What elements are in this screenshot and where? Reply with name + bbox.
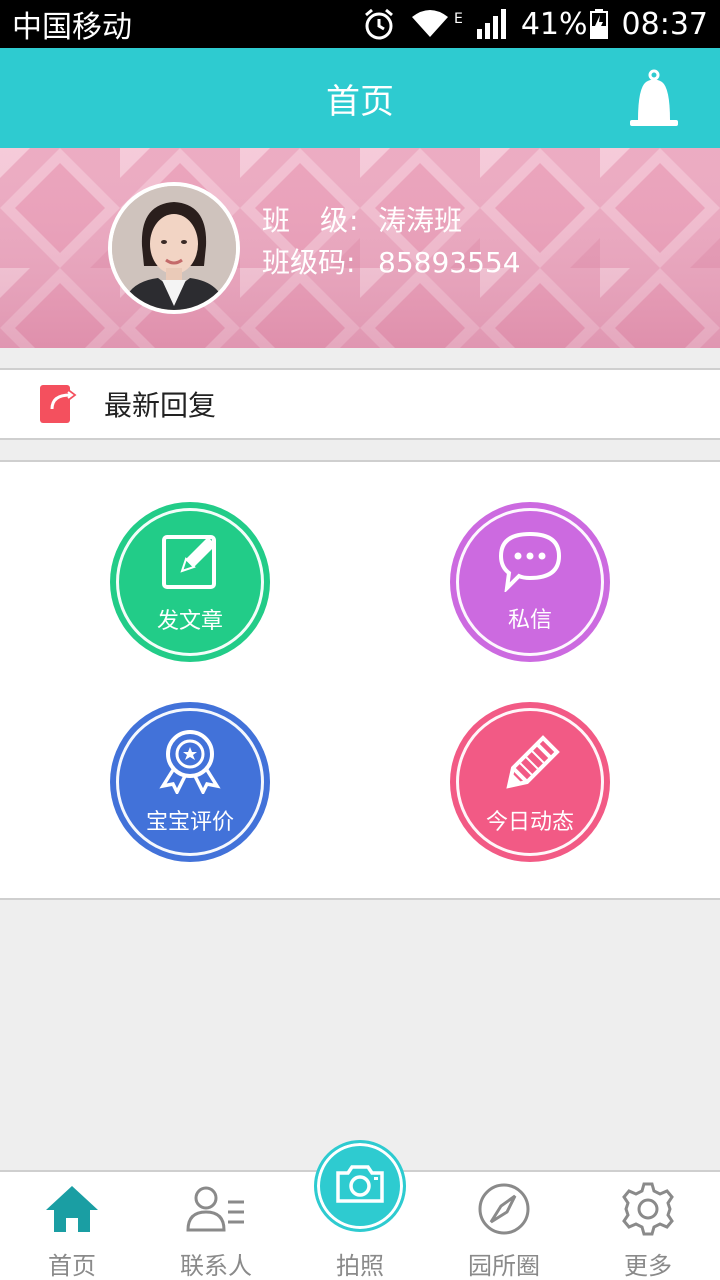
alarm-icon (362, 7, 396, 41)
reply-icon (40, 383, 82, 425)
action-grid: 发文章 私信 宝宝评价 今日动态 (0, 460, 720, 900)
nav-more[interactable]: 更多 (576, 1172, 720, 1280)
class-code: 85893554 (378, 246, 521, 279)
class-name: 涛涛班 (378, 204, 463, 237)
class-code-label: 班级码: (262, 246, 356, 279)
home-icon (44, 1180, 100, 1238)
class-info: 班 级: 涛涛班 班级码: 85893554 (262, 200, 521, 284)
nav-contacts-label: 联系人 (180, 1252, 252, 1280)
camera-icon (334, 1163, 386, 1209)
nav-more-label: 更多 (624, 1252, 672, 1280)
bell-icon[interactable] (624, 68, 684, 132)
wifi-icon (410, 9, 450, 39)
profile-banner: 班 级: 涛涛班 班级码: 85893554 (0, 148, 720, 348)
compass-icon (477, 1180, 531, 1238)
private-message-button[interactable]: 私信 (450, 502, 610, 662)
nav-home[interactable]: 首页 (0, 1172, 144, 1280)
post-article-label: 发文章 (156, 609, 223, 634)
nav-camera-label: 拍照 (336, 1252, 384, 1280)
private-message-label: 私信 (507, 608, 552, 633)
clock: 08:37 (621, 6, 708, 42)
signal-icon (476, 9, 507, 39)
baby-evaluation-label: 宝宝评价 (145, 810, 234, 835)
gear-icon (620, 1180, 676, 1238)
edit-icon (158, 529, 222, 599)
page-title: 首页 (326, 81, 394, 122)
carrier-name: 中国移动 (12, 10, 132, 45)
nav-contacts[interactable]: 联系人 (144, 1172, 288, 1280)
post-article-button[interactable]: 发文章 (110, 502, 270, 662)
title-bar: 首页 (0, 48, 720, 148)
status-bar: 中国移动 E 41% 08:37 (0, 0, 720, 48)
nav-circle[interactable]: 园所圈 (432, 1172, 576, 1280)
camera-button[interactable] (314, 1140, 406, 1232)
battery-charging-icon (589, 9, 608, 39)
pencil-icon (495, 728, 565, 800)
badge-icon (155, 728, 225, 800)
nav-circle-label: 园所圈 (468, 1252, 540, 1280)
avatar[interactable] (108, 182, 240, 314)
network-type: E (453, 10, 463, 27)
nav-home-label: 首页 (48, 1252, 96, 1280)
latest-reply-label: 最新回复 (104, 389, 217, 422)
contacts-icon (186, 1180, 246, 1238)
baby-evaluation-button[interactable]: 宝宝评价 (110, 702, 270, 862)
today-activity-label: 今日动态 (485, 810, 574, 835)
today-activity-button[interactable]: 今日动态 (450, 702, 610, 862)
battery-level: 41% (520, 6, 588, 42)
latest-reply-row[interactable]: 最新回复 (0, 368, 720, 440)
chat-icon (495, 530, 565, 598)
class-label: 班 级: (262, 204, 360, 237)
